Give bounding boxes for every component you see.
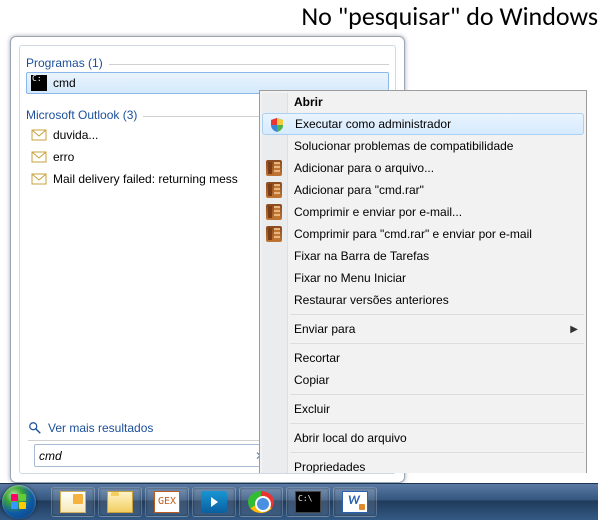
ctx-item-compress-cmdrar-email[interactable]: Comprimir para "cmd.rar" e enviar por e-… [260,223,586,245]
winrar-icon [266,204,282,220]
taskbar-item-chrome[interactable] [239,487,283,517]
submenu-arrow-icon: ▶ [570,324,578,335]
taskbar-item-cmd[interactable] [286,487,330,517]
ctx-label: Propriedades [294,460,365,474]
ctx-item-troubleshoot-compat[interactable]: Solucionar problemas de compatibilidade [260,135,586,157]
ctx-item-delete[interactable]: Excluir [260,398,586,420]
group-title: Programas (1) [26,56,103,70]
ctx-label: Abrir [294,95,323,109]
group-title: Microsoft Outlook (3) [26,108,137,122]
ctx-label: Comprimir e enviar por e-mail... [294,205,462,219]
ctx-label: Enviar para [294,322,355,336]
ctx-item-send-to[interactable]: Enviar para ▶ [260,318,586,340]
ctx-label: Solucionar problemas de compatibilidade [294,139,513,153]
shield-icon [269,117,285,133]
background-instruction-text: No "pesquisar" do Windows [301,0,598,32]
chrome-icon [248,491,274,513]
ctx-item-open[interactable]: Abrir [260,91,586,113]
taskbar-item-explorer[interactable] [98,487,142,517]
separator [290,394,584,395]
search-icon [28,421,42,435]
ctx-label: Adicionar para o arquivo... [294,161,434,175]
ctx-label: Copiar [294,373,329,387]
mail-icon [31,149,47,165]
ctx-label: Adicionar para "cmd.rar" [294,183,424,197]
word-icon [342,491,368,513]
taskbar-item-outlook[interactable] [51,487,95,517]
separator [290,452,584,453]
context-menu: Abrir Executar como administrador Soluci… [259,90,587,479]
taskbar-item-word[interactable] [333,487,377,517]
ctx-item-copy[interactable]: Copiar [260,369,586,391]
ctx-item-run-as-admin[interactable]: Executar como administrador [262,113,584,135]
ctx-item-restore-versions[interactable]: Restaurar versões anteriores [260,289,586,311]
ctx-label: Excluir [294,402,330,416]
ctx-item-cut[interactable]: Recortar [260,347,586,369]
result-label: cmd [53,76,76,90]
see-more-label: Ver mais resultados [48,421,153,435]
result-label: duvida... [53,128,98,142]
mail-icon [31,127,47,143]
ctx-item-pin-taskbar[interactable]: Fixar na Barra de Tarefas [260,245,586,267]
search-input-container[interactable]: ✕ [34,444,272,467]
result-label: erro [53,150,74,164]
ctx-label: Executar como administrador [295,117,451,131]
outlook-icon [60,491,86,513]
group-header-programs: Programas (1) [26,56,389,70]
gex-icon: GEX [154,491,180,513]
separator [109,64,389,65]
winrar-icon [266,226,282,242]
ctx-label: Recortar [294,351,340,365]
result-label: Mail delivery failed: returning mess [53,172,238,186]
separator [290,423,584,424]
ctx-item-add-to-archive[interactable]: Adicionar para o arquivo... [260,157,586,179]
ctx-item-pin-startmenu[interactable]: Fixar no Menu Iniciar [260,267,586,289]
winrar-icon [266,182,282,198]
winrar-icon [266,160,282,176]
ctx-item-compress-email[interactable]: Comprimir e enviar por e-mail... [260,201,586,223]
separator [290,343,584,344]
cmd-icon [295,491,321,513]
mail-icon [31,171,47,187]
taskbar-item-gex[interactable]: GEX [145,487,189,517]
taskbar-item-media-player[interactable] [192,487,236,517]
ctx-label: Abrir local do arquivo [294,431,407,445]
search-input[interactable] [39,449,253,463]
see-more-results-link[interactable]: Ver mais resultados [28,421,153,435]
ctx-label: Comprimir para "cmd.rar" e enviar por e-… [294,227,532,241]
taskbar: GEX [0,483,598,520]
ctx-label: Restaurar versões anteriores [294,293,449,307]
separator [290,314,584,315]
ctx-label: Fixar no Menu Iniciar [294,271,406,285]
ctx-label: Fixar na Barra de Tarefas [294,249,429,263]
folder-icon [107,491,133,513]
start-button[interactable] [2,485,48,519]
start-orb-icon [2,485,36,519]
cmd-icon [31,75,47,91]
media-player-icon [201,491,227,513]
ctx-item-add-to-cmdrar[interactable]: Adicionar para "cmd.rar" [260,179,586,201]
ctx-item-open-file-location[interactable]: Abrir local do arquivo [260,427,586,449]
